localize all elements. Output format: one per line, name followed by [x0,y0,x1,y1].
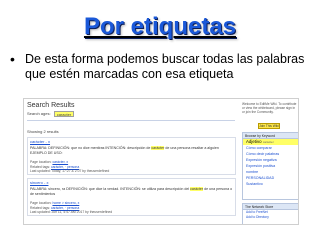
search-input[interactable]: caracter [53,111,75,117]
result-snippet: PALABRA: sincero, ra DEFINICIÓN: que dic… [30,187,235,197]
bullet-text: De esta forma podemos buscar todas las p… [25,52,305,81]
embedded-screenshot: Search Results Search ages: caracter Sho… [23,98,299,225]
snippet-highlight: carácter [190,187,204,191]
join-wiki-button[interactable]: Join This Wiki [258,123,280,129]
tag-item[interactable]: Sustantivo [243,181,298,187]
meta-label: Page location: [30,201,52,205]
meta-label: Related tags: [30,205,50,210]
search-label: Search ages: [27,111,51,117]
location-link[interactable]: carácter, x [52,160,68,164]
tag-current-label: Adjetivo [246,139,262,144]
slide-title: Por etiquetas [0,9,320,45]
snippet-text: PALABRA: DEFINICIÓN: que no dice mentira… [30,146,152,150]
welcome-text: Welcome to EditMe Wiki. To contribute or… [242,102,297,114]
result-item: carácter - x PALABRA: DEFINICIÓN: que no… [27,137,236,175]
result-title-link[interactable]: carácter - x [30,139,50,144]
network-store-panel: The Network Store Add to FreeNet Add to … [242,203,298,224]
result-snippet: PALABRA: DEFINICIÓN: que no dice mentira… [30,146,235,156]
browse-by-keyword-panel: Browse by Keyword Adjetivo carácter Cómo… [242,132,298,200]
meta-label: Related tags: [30,164,50,169]
bullet-marker: • [10,51,15,67]
related-tags-links[interactable]: carácter, · persona [51,206,79,210]
meta-label: Page location: [30,160,52,164]
result-updated: Last updated: Today, 17:27 & 2.07 by the… [30,169,110,173]
snippet-highlight: carácter [151,146,165,150]
search-results-panel: Search Results Search ages: caracter Sho… [24,99,238,224]
search-row: Search ages: caracter [27,111,75,117]
location-link[interactable]: home > sincero, x [52,201,79,205]
divider [27,120,235,121]
slide-title-text: Por etiquetas [83,13,237,40]
network-item[interactable]: Add to Directory [243,215,298,220]
result-title-link[interactable]: sincero - x [30,180,48,185]
results-title: Search Results [27,102,75,109]
related-tags-links[interactable]: carácter, · persona [51,165,79,169]
result-updated: Last updated: Jun 11, 4:47 AM 2017 by th… [30,210,113,214]
results-count: Showing 2 results [27,129,59,134]
tag-current-note: carácter [262,140,274,144]
result-item: sincero - x PALABRA: sincero, ra DEFINIC… [27,178,236,216]
sidebar: Welcome to EditMe Wiki. To contribute or… [240,99,298,224]
snippet-text: PALABRA: sincero, ra DEFINICIÓN: que dic… [30,187,191,191]
